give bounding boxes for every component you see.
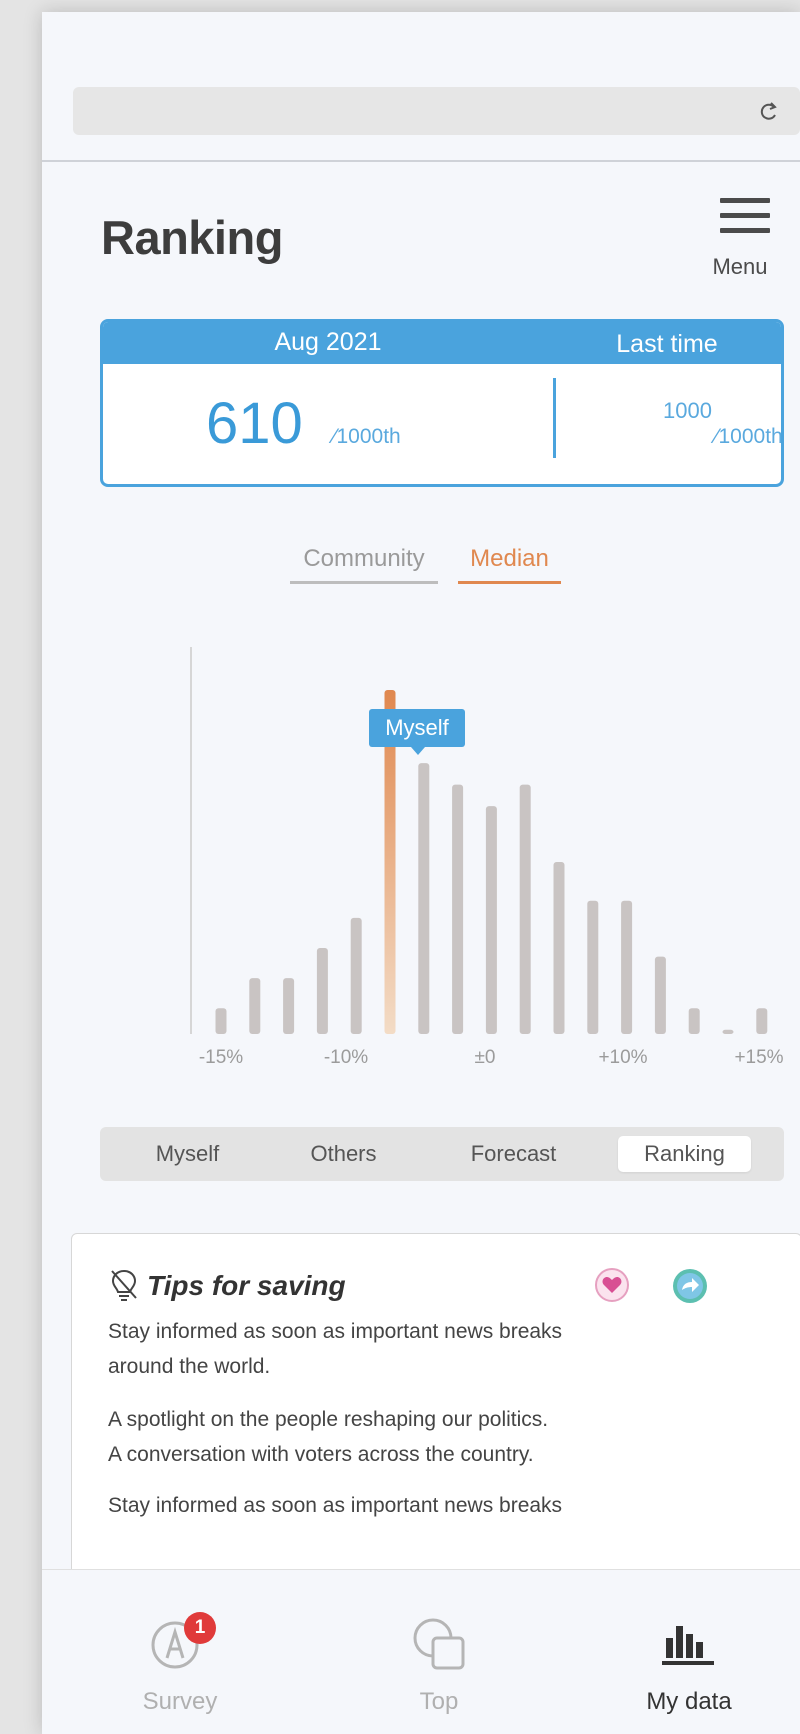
tips-p2-line2: A conversation with voters across the co… [108, 1443, 534, 1466]
segment-myself[interactable]: Myself [120, 1127, 255, 1181]
nav-top-label: Top [419, 1688, 459, 1715]
last-time-label: Last time [616, 330, 718, 358]
chart-bar [215, 1008, 227, 1034]
ranking-card-header: Aug 2021 Last time [103, 322, 781, 364]
reload-icon[interactable] [758, 101, 780, 123]
current-rank: 610 [206, 391, 303, 456]
x-tick-label: ±0 [474, 1047, 496, 1068]
current-rank-unit: ⁄1000th [333, 425, 401, 448]
distribution-chart: -15% -10% ±0 +10% +15% [100, 637, 800, 1068]
header-divider [42, 160, 800, 162]
last-rank: 1000 [663, 398, 712, 423]
x-tick-label: +10% [598, 1047, 648, 1068]
nav-top[interactable]: Top [349, 1570, 529, 1734]
chart-bar [485, 806, 497, 1034]
app-screen: Ranking Menu Aug 2021 Last time 610 ⁄100… [42, 12, 800, 1734]
page-title: Ranking [101, 211, 283, 264]
chart-bar [688, 1008, 700, 1034]
chart-bar [249, 978, 261, 1034]
x-tick-label: -10% [323, 1047, 369, 1068]
nav-my-data[interactable]: My data [599, 1570, 779, 1734]
survey-badge: 1 [184, 1612, 216, 1644]
current-period: Aug 2021 [274, 328, 382, 356]
last-rank-unit: ⁄1000th [715, 425, 783, 448]
chart-bar [316, 948, 328, 1034]
address-bar[interactable] [73, 87, 800, 135]
chart-bar [654, 956, 666, 1034]
x-tick-label: -15% [198, 1047, 244, 1068]
hamburger-icon [720, 198, 770, 236]
segment-forecast[interactable]: Forecast [436, 1127, 591, 1181]
nav-survey-label: Survey [142, 1688, 218, 1715]
menu-button[interactable]: Menu [702, 198, 778, 279]
card-divider [553, 378, 556, 458]
chart-bar [350, 917, 362, 1034]
tips-paragraph-3: Stay informed as soon as important news … [108, 1488, 562, 1523]
tips-paragraph-2: A spotlight on the people reshaping our … [108, 1402, 548, 1472]
share-icon[interactable] [670, 1266, 710, 1306]
segment-ranking[interactable]: Ranking [618, 1136, 751, 1172]
menu-label: Menu [712, 254, 768, 279]
myself-marker: Myself [369, 709, 465, 755]
chart-bar [418, 763, 430, 1034]
chart-bar [722, 1029, 734, 1034]
nav-survey[interactable]: 1 Survey [90, 1570, 270, 1734]
tips-p1-line1: Stay informed as soon as important news … [108, 1320, 563, 1343]
bar-chart-icon [662, 1626, 714, 1665]
tips-p1-line2: around the world. [108, 1355, 271, 1378]
chart-bar [283, 978, 295, 1034]
tips-p3-line1: Stay informed as soon as important news … [108, 1494, 563, 1517]
tips-paragraph-1: Stay informed as soon as important news … [108, 1314, 562, 1384]
chart-bar [452, 784, 464, 1034]
x-tick-label: +15% [734, 1047, 784, 1068]
tips-title: Tips for saving [147, 1270, 346, 1301]
top-icon [413, 1618, 465, 1670]
nav-my-data-label: My data [646, 1688, 732, 1715]
segment-others[interactable]: Others [276, 1127, 411, 1181]
view-segmented-control: Myself Others Forecast Ranking [100, 1127, 784, 1181]
tips-p2-line1: A spotlight on the people reshaping our … [108, 1408, 549, 1431]
heart-icon[interactable] [593, 1266, 631, 1304]
community-toggle[interactable]: Community [290, 545, 438, 584]
chart-bar [519, 784, 531, 1034]
median-toggle[interactable]: Median [458, 545, 561, 584]
chart-bar [553, 862, 565, 1034]
lightbulb-icon [111, 1269, 137, 1301]
chart-svg [190, 647, 768, 1034]
chart-bar [621, 900, 633, 1034]
ranking-card: Aug 2021 Last time 610 ⁄1000th 1000 ⁄100… [100, 319, 784, 487]
chart-bar [587, 900, 599, 1034]
tips-card: Tips for saving Stay informed as soon as… [71, 1233, 800, 1575]
bottom-navigation: 1 Survey Top My data [42, 1569, 800, 1734]
chart-bar [756, 1008, 768, 1034]
